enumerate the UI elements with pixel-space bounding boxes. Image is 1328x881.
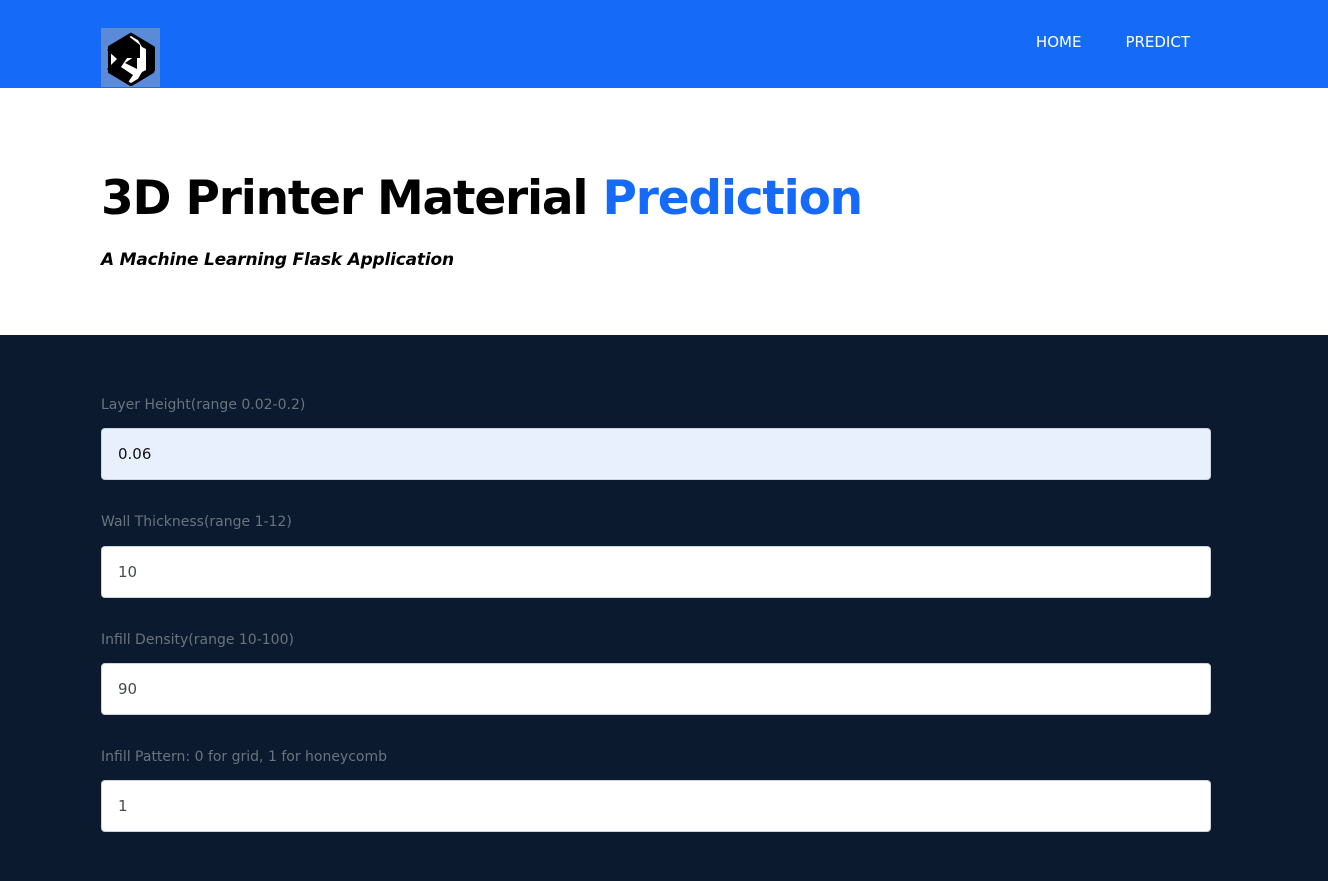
infill-density-label: Infill Density(range 10-100) (101, 632, 294, 648)
wall-thickness-input[interactable] (101, 546, 1211, 598)
layer-height-input[interactable] (101, 428, 1211, 480)
infill-density-input[interactable] (101, 663, 1211, 715)
unity-logo-icon[interactable] (101, 28, 160, 87)
page-title: 3D Printer Material Prediction (101, 171, 863, 226)
main-nav: HOME PREDICT (1036, 33, 1190, 51)
wall-thickness-label: Wall Thickness(range 1-12) (101, 514, 292, 530)
page-title-accent: Prediction (602, 171, 863, 226)
prediction-form: Layer Height(range 0.02-0.2) Wall Thickn… (0, 335, 1328, 881)
navbar: HOME PREDICT (0, 0, 1328, 88)
infill-pattern-label: Infill Pattern: 0 for grid, 1 for honeyc… (101, 749, 388, 765)
hero-section: 3D Printer Material Prediction A Machine… (0, 88, 1328, 335)
nav-home-link[interactable]: HOME (1036, 33, 1082, 51)
page-subtitle: A Machine Learning Flask Application (101, 250, 454, 270)
page-title-main: 3D Printer Material (101, 171, 589, 226)
infill-pattern-input[interactable] (101, 780, 1211, 832)
nav-predict-link[interactable]: PREDICT (1125, 33, 1190, 51)
layer-height-label: Layer Height(range 0.02-0.2) (101, 397, 306, 413)
